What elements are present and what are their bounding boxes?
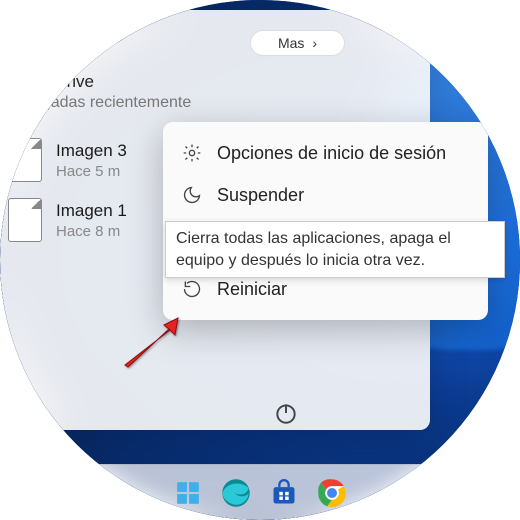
chrome-icon[interactable] — [313, 474, 351, 512]
sleep-item[interactable]: Suspender — [163, 174, 488, 216]
restart-icon — [181, 278, 203, 300]
file-name: Imagen 1 — [56, 201, 127, 221]
edge-icon[interactable] — [217, 474, 255, 512]
chevron-right-icon: › — [312, 35, 317, 51]
power-button[interactable] — [273, 400, 299, 431]
file-icon — [8, 138, 42, 182]
signin-options-label: Opciones de inicio de sesión — [217, 143, 446, 164]
tooltip: Cierra todas las aplicaciones, apaga el … — [165, 221, 505, 278]
signin-options-item[interactable]: Opciones de inicio de sesión — [163, 132, 488, 174]
start-icon[interactable] — [169, 474, 207, 512]
file-name: Imagen 3 — [56, 141, 127, 161]
pointer-arrow-icon — [120, 315, 180, 375]
restart-label: Reiniciar — [217, 279, 287, 300]
file-time: Hace 5 m — [56, 163, 127, 180]
more-button[interactable]: Mas › — [250, 30, 345, 56]
store-icon[interactable] — [265, 474, 303, 512]
section-title: oogle Drive — [8, 72, 412, 92]
moon-icon — [181, 184, 203, 206]
file-icon — [8, 198, 42, 242]
sleep-label: Suspender — [217, 185, 304, 206]
taskbar — [0, 464, 520, 520]
file-time: Hace 8 m — [56, 223, 127, 240]
more-label: Mas — [278, 35, 304, 51]
section-subtitle: Agregadas recientemente — [8, 94, 412, 112]
gear-icon — [181, 142, 203, 164]
